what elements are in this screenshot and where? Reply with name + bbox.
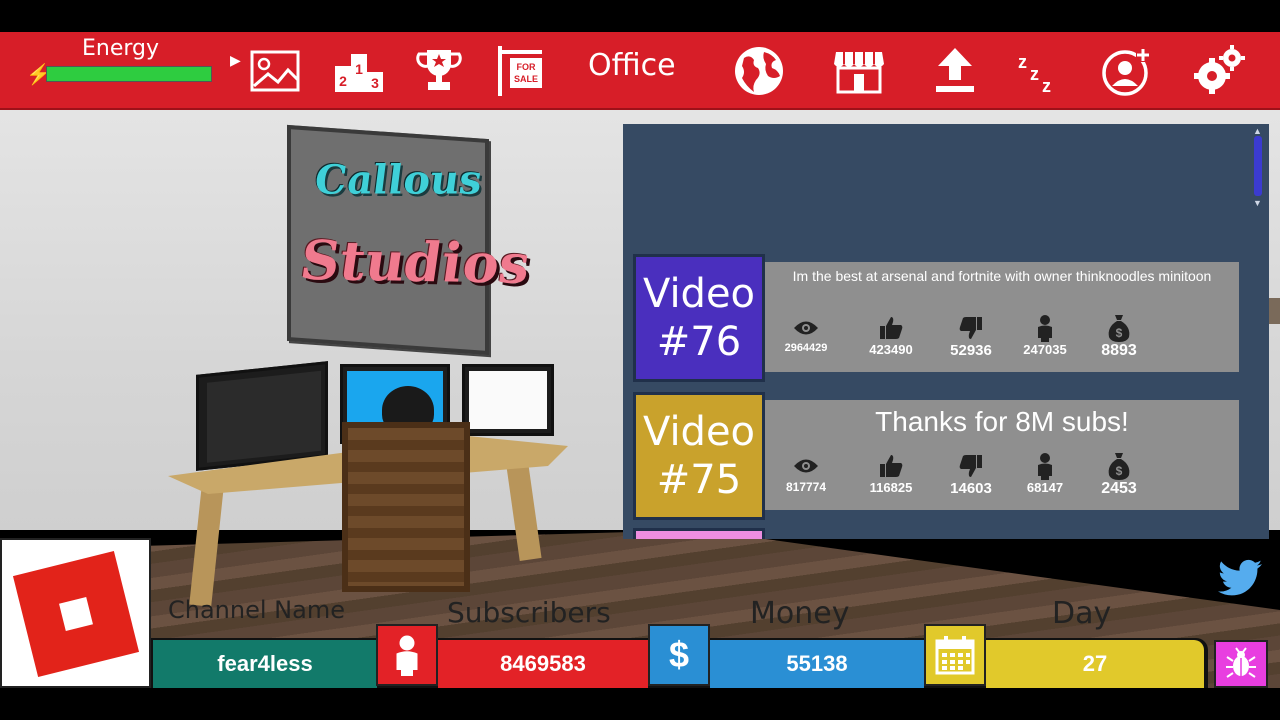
svg-text:z: z (1030, 64, 1039, 84)
svg-text:$: $ (1116, 464, 1123, 478)
views-stat: 817774 (771, 452, 841, 494)
likes-value: 116825 (869, 480, 913, 495)
subs-gained-stat: 68147 (1010, 452, 1080, 495)
add-friend-icon[interactable] (1096, 42, 1154, 100)
location-label: Office (588, 48, 676, 83)
thumbs-up-icon (856, 452, 926, 480)
video-item-partial[interactable] (633, 528, 765, 539)
thumbs-up-icon (856, 314, 926, 342)
likes-stat: 423490 (856, 314, 926, 357)
chair (342, 422, 470, 592)
money-bag-icon: $ (1084, 314, 1154, 342)
dollar-icon: $ (648, 624, 710, 686)
video-label: Video (642, 409, 756, 455)
thumbs-down-icon (936, 314, 1006, 342)
trophy-icon[interactable] (410, 42, 468, 100)
likes-stat: 116825 (856, 452, 926, 495)
svg-text:z: z (1042, 76, 1051, 96)
dislikes-stat: 14603 (936, 452, 1006, 497)
channel-name-title: Channel Name (168, 596, 345, 624)
views-stat: 2964429 (771, 314, 841, 354)
money-earned-value: 2453 (1101, 480, 1137, 497)
shop-icon[interactable] (830, 42, 888, 100)
views-value: 2964429 (784, 342, 828, 354)
energy-label: Energy (82, 36, 160, 61)
svg-text:1: 1 (355, 61, 363, 77)
subs-gained-stat: 247035 (1010, 314, 1080, 357)
letterbox-bottom (0, 688, 1280, 720)
scrollbar-thumb[interactable] (1254, 136, 1262, 196)
video-number-badge: Video #76 (633, 254, 765, 382)
settings-icon[interactable] (1190, 42, 1248, 100)
video-title: Im the best at arsenal and fortnite with… (792, 268, 1212, 284)
roblox-logo[interactable] (0, 538, 151, 688)
money-value: 55138 (710, 640, 924, 688)
dislikes-value: 52936 (950, 342, 992, 359)
likes-value: 423490 (869, 342, 913, 357)
roblox-logo-icon (12, 550, 140, 678)
money-bag-icon: $ (1084, 452, 1154, 480)
bug-report-icon[interactable] (1214, 640, 1268, 688)
svg-text:FOR: FOR (517, 62, 536, 72)
dislikes-stat: 52936 (936, 314, 1006, 359)
energy-bar-fill (47, 67, 211, 81)
day-title: Day (1052, 596, 1112, 631)
calendar-icon (924, 624, 986, 686)
for-sale-sign-icon[interactable]: FOR SALE (490, 42, 548, 100)
subs-gained-value: 68147 (1026, 480, 1064, 495)
poster-line1: Callous (313, 156, 483, 204)
video-title: Thanks for 8M subs! (875, 406, 1129, 437)
top-toolbar: Energy ⚡ ▶ 213 FOR SALE Office zzz (0, 32, 1280, 110)
person-icon (1010, 314, 1080, 342)
views-value: 817774 (785, 480, 827, 494)
money-earned-stat: $ 8893 (1084, 314, 1154, 360)
money-earned-value: 8893 (1101, 342, 1137, 359)
upload-icon[interactable] (926, 42, 984, 100)
video-number-badge: Video #75 (633, 392, 765, 520)
dislikes-value: 14603 (950, 480, 992, 497)
video-label: Video (642, 271, 756, 317)
svg-text:2: 2 (339, 73, 347, 89)
video-item[interactable]: Video #75 Thanks for 8M subs! 817774 116… (633, 392, 1241, 520)
money-earned-stat: $ 2453 (1084, 452, 1154, 498)
channel-name-value: fear4less (153, 640, 377, 688)
chevron-up-icon[interactable]: ▲ (1253, 126, 1262, 136)
leaderboard-icon[interactable]: 213 (330, 42, 388, 100)
day-value: 27 (986, 640, 1204, 688)
arrow-right-icon[interactable]: ▶ (230, 52, 241, 69)
energy-bar (46, 66, 212, 82)
eye-icon (771, 314, 841, 342)
person-icon (1010, 452, 1080, 480)
money-title: Money (750, 596, 850, 631)
globe-icon[interactable] (730, 42, 788, 100)
svg-text:3: 3 (371, 75, 379, 91)
sleep-icon[interactable]: zzz (1010, 42, 1068, 100)
svg-text:SALE: SALE (514, 74, 538, 84)
video-list-scrollbar[interactable]: ▲ ▼ (1250, 126, 1266, 210)
subscribers-value: 8469583 (438, 640, 648, 688)
video-card: Thanks for 8M subs! 817774 116825 14603 … (765, 400, 1239, 510)
video-number: #75 (656, 457, 742, 503)
thumbnail-icon[interactable] (246, 42, 304, 100)
subs-gained-value: 247035 (1023, 342, 1067, 357)
twitter-bird-icon[interactable] (1218, 558, 1262, 605)
eye-icon (771, 452, 841, 480)
video-item[interactable]: Video #76 Im the best at arsenal and for… (633, 254, 1241, 382)
letterbox-top (0, 0, 1280, 32)
video-number: #76 (656, 319, 742, 365)
game-screen: Callous Studios Energy ⚡ ▶ 213 FOR SALE … (0, 0, 1280, 720)
svg-text:$: $ (1116, 326, 1123, 340)
video-card: Im the best at arsenal and fortnite with… (765, 262, 1239, 372)
chevron-down-icon[interactable]: ▼ (1253, 198, 1262, 208)
studio-poster: Callous Studios (287, 124, 530, 356)
monitor-right (462, 364, 554, 436)
subscriber-person-icon (376, 624, 438, 686)
poster-line2: Studios (299, 227, 531, 296)
subscribers-title: Subscribers (447, 596, 611, 629)
thumbs-down-icon (936, 452, 1006, 480)
monitor-left (196, 361, 328, 471)
svg-text:z: z (1018, 52, 1027, 72)
